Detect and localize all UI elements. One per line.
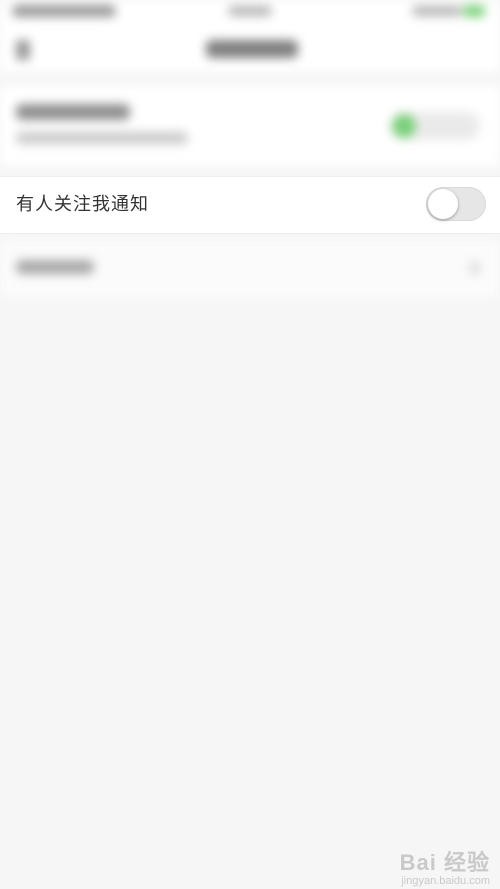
setting-row-lower-blurred	[0, 240, 500, 298]
follow-notification-toggle[interactable]	[426, 187, 486, 221]
clock	[228, 6, 272, 16]
battery-icon	[463, 5, 485, 17]
chevron-right-icon	[470, 262, 480, 274]
carrier-info	[12, 5, 116, 17]
setting-row-blurred	[0, 86, 500, 166]
page-title	[206, 40, 298, 58]
status-icons	[412, 6, 462, 16]
status-bar	[0, 0, 500, 28]
follow-notification-label: 有人关注我通知	[16, 194, 149, 215]
follow-notification-row[interactable]: 有人关注我通知	[0, 176, 500, 234]
header-bar	[0, 28, 500, 72]
setting-title-lower-blurred	[16, 260, 94, 274]
watermark-brand: Bai 经验	[399, 850, 490, 875]
setting-subtitle-blurred	[16, 132, 188, 144]
toggle-knob	[428, 189, 458, 219]
baidu-jingyan-watermark: Bai 经验 jingyan.baidu.com	[399, 850, 490, 888]
watermark-url: jingyan.baidu.com	[401, 875, 490, 887]
back-icon[interactable]	[16, 40, 30, 60]
toggle-indicator-blurred	[392, 114, 416, 138]
setting-title-blurred	[16, 104, 130, 120]
